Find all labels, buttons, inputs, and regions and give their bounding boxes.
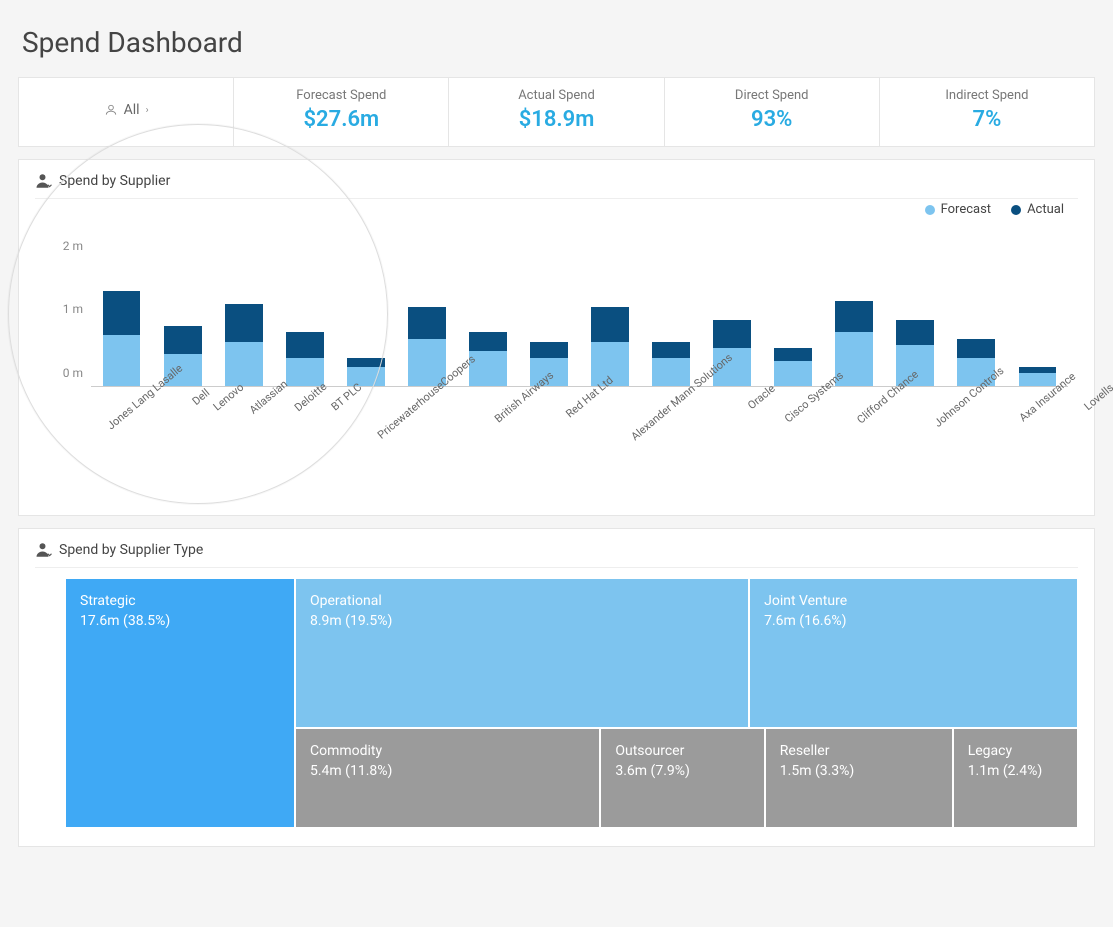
kpi-label: Indirect Spend — [888, 88, 1086, 103]
kpi-label: Actual Spend — [457, 88, 655, 103]
kpi-value: $18.9m — [457, 107, 655, 132]
bar-segment-actual — [713, 320, 751, 348]
treemap-joint-venture[interactable]: Joint Venture 7.6m (16.6%) — [749, 578, 1078, 728]
kpi-indirect: Indirect Spend 7% — [880, 78, 1094, 146]
bar-segment-forecast — [774, 361, 812, 386]
bar-segment-actual — [835, 301, 873, 333]
bar-lenovo[interactable] — [213, 247, 274, 386]
bar-red-hat-ltd[interactable] — [580, 247, 641, 386]
page-title: Spend Dashboard — [22, 26, 1095, 59]
kpi-label: Forecast Spend — [242, 88, 440, 103]
treemap: Strategic 17.6m (38.5%) Operational 8.9m… — [65, 578, 1078, 828]
bar-segment-actual — [530, 342, 568, 358]
kpi-value: 93% — [673, 107, 871, 132]
panel-spend-by-supplier: Spend by Supplier Forecast Actual 0 m1 m… — [18, 159, 1095, 516]
treemap-legacy[interactable]: Legacy 1.1m (2.4%) — [953, 728, 1078, 828]
kpi-actual: Actual Spend $18.9m — [449, 78, 664, 146]
panel-spend-by-supplier-type: Spend by Supplier Type Strategic 17.6m (… — [18, 528, 1095, 847]
bar-lovells[interactable] — [1007, 247, 1068, 386]
bar-segment-actual — [774, 348, 812, 361]
treemap-commodity[interactable]: Commodity 5.4m (11.8%) — [295, 728, 600, 828]
y-tick: 0 m — [35, 366, 83, 380]
chevron-right-icon: › — [146, 105, 149, 116]
plot-area — [91, 247, 1068, 387]
kpi-direct: Direct Spend 93% — [665, 78, 880, 146]
bar-dell[interactable] — [152, 247, 213, 386]
bar-segment-actual — [591, 307, 629, 342]
bar-segment-actual — [408, 307, 446, 339]
bar-atlassian[interactable] — [274, 247, 335, 386]
bar-cisco-systems[interactable] — [763, 247, 824, 386]
bar-segment-actual — [957, 339, 995, 358]
panel-title: Spend by Supplier — [59, 173, 170, 189]
user-icon — [104, 103, 118, 117]
bar-segment-actual — [652, 342, 690, 358]
bar-jones-lang-lasalle[interactable] — [91, 247, 152, 386]
y-tick: 2 m — [35, 239, 83, 253]
kpi-row: All › Forecast Spend $27.6m Actual Spend… — [18, 77, 1095, 147]
kpi-label: Direct Spend — [673, 88, 871, 103]
y-axis: 0 m1 m2 m — [35, 247, 83, 387]
bar-deloitte[interactable] — [335, 247, 396, 386]
filter-all[interactable]: All › — [19, 78, 234, 146]
bar-johnson-controls[interactable] — [885, 247, 946, 386]
supplier-icon — [35, 172, 53, 190]
filter-label: All — [124, 102, 140, 118]
bar-segment-actual — [164, 326, 202, 354]
bar-alexander-mann-solutions[interactable] — [641, 247, 702, 386]
treemap-outsourcer[interactable]: Outsourcer 3.6m (7.9%) — [600, 728, 764, 828]
bar-segment-actual — [347, 358, 385, 367]
kpi-forecast: Forecast Spend $27.6m — [234, 78, 449, 146]
bar-segment-actual — [103, 291, 141, 335]
bar-segment-forecast — [225, 342, 263, 386]
panel-title: Spend by Supplier Type — [59, 542, 203, 558]
bar-clifford-chance[interactable] — [824, 247, 885, 386]
bar-segment-actual — [469, 332, 507, 351]
bar-segment-actual — [286, 332, 324, 357]
bar-segment-actual — [896, 320, 934, 345]
supplier-icon — [35, 541, 53, 559]
bar-chart: 0 m 1 m 2 m Jones Lang LasalleDellLenovoAt… — [35, 207, 1078, 497]
treemap-reseller[interactable]: Reseller 1.5m (3.3%) — [765, 728, 953, 828]
treemap-strategic[interactable]: Strategic 17.6m (38.5%) — [65, 578, 295, 828]
bar-segment-actual — [225, 304, 263, 342]
bar-segment-forecast — [103, 335, 141, 386]
x-axis: Jones Lang LasalleDellLenovoAtlassianDel… — [91, 389, 1068, 497]
treemap-operational[interactable]: Operational 8.9m (19.5%) — [295, 578, 749, 728]
kpi-value: $27.6m — [242, 107, 440, 132]
y-tick: 1 m — [35, 302, 83, 316]
bar-british-airways[interactable] — [518, 247, 579, 386]
kpi-value: 7% — [888, 107, 1086, 132]
